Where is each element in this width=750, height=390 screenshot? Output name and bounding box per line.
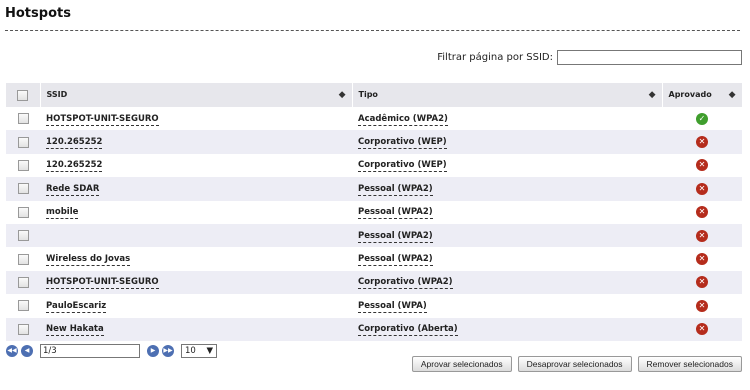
rejected-x-icon[interactable]: ✕ [696,253,708,266]
disapprove-selected-button[interactable]: Desaprovar selecionados [517,356,632,372]
row-checkbox[interactable] [17,276,29,288]
ssid-link[interactable]: 120.265252 [46,137,103,150]
table-row: Wireless do Jovas Pessoal (WPA2) ✕ [6,247,742,270]
last-page-icon[interactable]: ▶▶ [162,345,174,357]
chevron-down-icon: ▼ [206,346,213,356]
rejected-x-icon[interactable]: ✕ [696,136,708,149]
ssid-link[interactable]: PauloEscariz [46,300,107,313]
ssid-link[interactable]: HOTSPOT-UNIT-SEGURO [46,277,159,290]
column-label-ssid: SSID [46,90,68,99]
tipo-link[interactable]: Corporativo (WEP) [358,137,447,150]
table-row: 120.265252 Corporativo (WEP) ✕ [6,130,742,154]
row-checkbox[interactable] [17,136,29,148]
ssid-link[interactable]: Wireless do Jovas [46,254,131,267]
column-label-aprovado: Aprovado [668,90,712,99]
approve-selected-button[interactable]: Aprovar selecionados [411,356,512,372]
row-checkbox[interactable] [17,230,29,242]
ssid-link[interactable]: New Hakata [46,324,104,337]
approved-check-icon[interactable]: ✓ [696,112,708,125]
tipo-link[interactable]: Pessoal (WPA2) [358,230,433,243]
page-number-input[interactable]: 1/3 [40,344,140,358]
tipo-link[interactable]: Pessoal (WPA2) [358,254,433,267]
sort-icon[interactable]: ◆ [339,90,346,100]
table-row: HOTSPOT-UNIT-SEGURO Corporativo (WPA2) ✕ [6,270,742,295]
first-page-icon[interactable]: ◀◀ [6,345,18,357]
rejected-x-icon[interactable]: ✕ [696,229,708,242]
row-checkbox[interactable] [17,300,29,312]
tipo-link[interactable]: Pessoal (WPA2) [358,183,433,196]
tipo-link[interactable]: Corporativo (WEP) [358,160,447,173]
title-divider [5,30,740,31]
tipo-link[interactable]: Corporativo (WPA2) [358,277,453,290]
tipo-link[interactable]: Pessoal (WPA2) [358,207,433,220]
next-page-icon[interactable]: ▶ [147,345,159,357]
previous-page-icon[interactable]: ◀ [21,345,33,357]
ssid-link[interactable]: Rede SDAR [46,183,100,196]
ssid-link[interactable]: HOTSPOT-UNIT-SEGURO [46,113,159,126]
rejected-x-icon[interactable]: ✕ [696,299,708,312]
ssid-link[interactable]: mobile [46,207,79,220]
page-size-select[interactable]: 10 ▼ [181,344,217,358]
ssid-filter: Filtrar página por SSID: [437,50,742,65]
filter-label: Filtrar página por SSID: [437,52,553,63]
remove-selected-button[interactable]: Remover selecionados [637,356,742,372]
table-row: Rede SDAR Pessoal (WPA2) ✕ [6,177,742,201]
tipo-link[interactable]: Pessoal (WPA) [358,300,427,313]
page-title: Hotspots [5,6,71,21]
table-body: HOTSPOT-UNIT-SEGURO Acadêmico (WPA2) ✓ 1… [6,107,742,341]
rejected-x-icon[interactable]: ✕ [696,159,708,172]
pagination: ◀◀ ◀ 1/3 ▶ ▶▶ 10 ▼ [6,344,217,358]
column-header-aprovado[interactable]: Aprovado ◆ [662,83,743,107]
row-checkbox[interactable] [17,159,29,171]
rejected-x-icon[interactable]: ✕ [696,182,708,195]
tipo-link[interactable]: Corporativo (Aberta) [358,324,458,337]
rejected-x-icon[interactable]: ✕ [696,323,708,336]
sort-icon[interactable]: ◆ [649,90,656,100]
table-row: New Hakata Corporativo (Aberta) ✕ [6,317,742,341]
select-all-cell [6,83,41,107]
row-checkbox[interactable] [17,323,29,335]
row-checkbox[interactable] [17,183,29,195]
ssid-filter-input[interactable] [557,50,742,65]
table-header-row: SSID ◆ Tipo ◆ Aprovado ◆ [6,83,743,107]
row-checkbox[interactable] [17,253,29,265]
hotspots-table: SSID ◆ Tipo ◆ Aprovado ◆ HOTSPOT-UNIT-SE… [6,83,743,341]
table-row: 120.265252 Corporativo (WEP) ✕ [6,154,742,177]
row-checkbox[interactable] [17,113,29,125]
ssid-link[interactable]: 120.265252 [46,160,103,173]
sort-icon[interactable]: ◆ [729,90,736,100]
table-row: HOTSPOT-UNIT-SEGURO Acadêmico (WPA2) ✓ [6,107,742,130]
column-label-tipo: Tipo [358,90,378,99]
column-header-tipo[interactable]: Tipo ◆ [352,83,663,107]
page-size-value: 10 [185,346,196,356]
row-checkbox[interactable] [17,206,29,218]
bulk-actions: Aprovar selecionados Desaprovar selecion… [411,356,742,372]
rejected-x-icon[interactable]: ✕ [696,206,708,219]
tipo-link[interactable]: Acadêmico (WPA2) [358,113,448,126]
select-all-checkbox[interactable] [17,89,29,101]
table-row: mobile Pessoal (WPA2) ✕ [6,201,742,224]
table-row: PauloEscariz Pessoal (WPA) ✕ [6,294,742,317]
rejected-x-icon[interactable]: ✕ [696,276,708,289]
column-header-ssid[interactable]: SSID ◆ [40,83,353,107]
table-row: Pessoal (WPA2) ✕ [6,223,742,248]
